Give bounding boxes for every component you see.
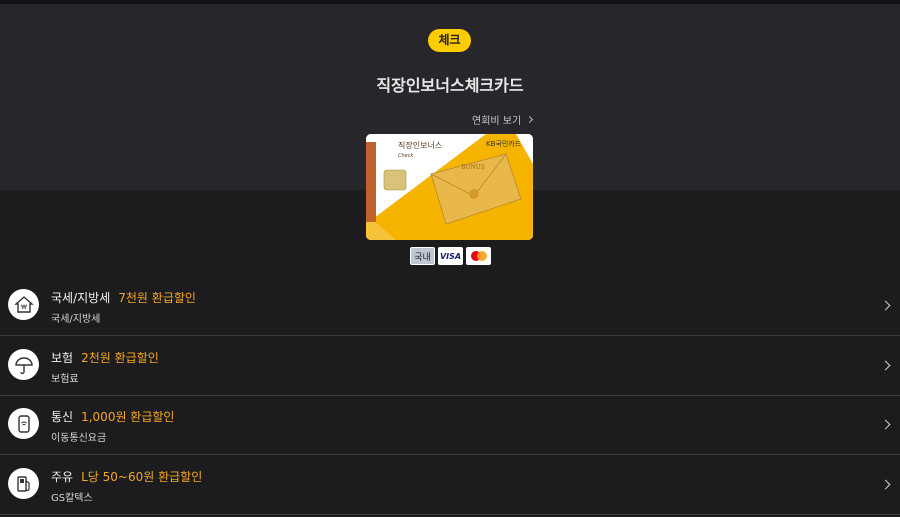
benefit-title: 주유 L당 50~60원 환급할인 xyxy=(51,470,203,484)
benefit-title: 국세/지방세 7천원 환급할인 xyxy=(51,291,196,305)
benefit-desc: 국세/지방세 xyxy=(51,314,101,325)
benefit-item-tax[interactable]: ₩ 국세/지방세 7천원 환급할인 국세/지방세 xyxy=(0,277,900,336)
benefit-desc: GS칼텍스 xyxy=(51,493,93,504)
fuel-icon xyxy=(8,468,39,499)
benefit-item-insurance[interactable]: 보험 2천원 환급할인 보험료 xyxy=(0,337,900,396)
mastercard-icon[interactable] xyxy=(466,247,491,265)
check-card-badge: 체크 xyxy=(428,29,471,52)
benefit-highlight: 1,000원 환급할인 xyxy=(81,410,175,424)
chevron-right-icon xyxy=(526,115,534,124)
domestic-brand-badge[interactable]: 국내 xyxy=(410,247,435,265)
chevron-right-icon xyxy=(880,300,891,311)
benefit-desc: 이동통신요금 xyxy=(51,433,107,444)
benefit-title: 보험 2천원 환급할인 xyxy=(51,351,159,365)
benefit-item-telecom[interactable]: 통신 1,000원 환급할인 이동통신요금 xyxy=(0,396,900,455)
annual-fee-link[interactable]: 연회비 보기 xyxy=(472,112,534,127)
card-brand-row: 국내 VISA xyxy=(410,247,491,265)
benefit-highlight: L당 50~60원 환급할인 xyxy=(81,470,203,484)
card-sub-text: Check xyxy=(398,153,414,159)
page-title: 직장인보너스체크카드 xyxy=(376,76,524,95)
card-envelope-text: BONUS xyxy=(461,164,485,171)
benefit-title: 통신 1,000원 환급할인 xyxy=(51,410,175,424)
annual-fee-link-label: 연회비 보기 xyxy=(472,116,522,127)
visa-brand-badge[interactable]: VISA xyxy=(438,247,463,265)
phone-icon xyxy=(8,408,39,439)
chevron-right-icon xyxy=(880,479,891,490)
card-issuer-text: KB국민카드 xyxy=(486,139,522,148)
benefit-highlight: 7천원 환급할인 xyxy=(118,291,196,305)
benefit-desc: 보험료 xyxy=(51,374,79,385)
umbrella-icon xyxy=(8,349,39,380)
tax-house-icon: ₩ xyxy=(8,289,39,320)
benefit-item-fuel[interactable]: 주유 L당 50~60원 환급할인 GS칼텍스 xyxy=(0,456,900,515)
card-brand-text: 직장인보너스 xyxy=(398,140,442,150)
card-image: 직장인보너스 Check KB국민카드 BONUS xyxy=(366,134,533,240)
chevron-right-icon xyxy=(880,419,891,430)
benefit-highlight: 2천원 환급할인 xyxy=(81,351,159,365)
svg-text:₩: ₩ xyxy=(21,304,27,311)
chevron-right-icon xyxy=(880,360,891,371)
